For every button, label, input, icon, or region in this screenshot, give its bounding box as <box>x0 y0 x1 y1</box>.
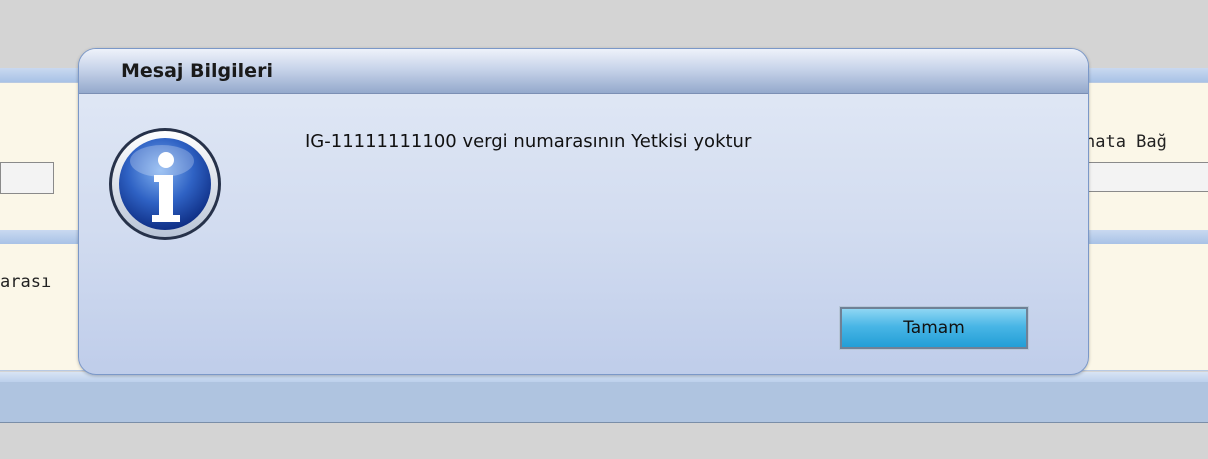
footer-bar <box>0 382 1208 423</box>
dialog-titlebar[interactable]: Mesaj Bilgileri <box>79 49 1088 94</box>
ok-button[interactable]: Tamam <box>839 306 1029 350</box>
background-input-right[interactable] <box>1085 162 1208 192</box>
message-dialog: Mesaj Bilgileri IG-11111111100 vergi num… <box>78 48 1089 375</box>
background-label-left: arası <box>0 272 52 292</box>
dialog-message: IG-11111111100 vergi numarasının Yetkisi… <box>305 131 752 152</box>
background-input-left[interactable] <box>0 162 54 194</box>
info-icon <box>109 128 221 240</box>
dialog-title: Mesaj Bilgileri <box>121 60 273 82</box>
background-label-right: nata Bağ <box>1085 132 1167 152</box>
